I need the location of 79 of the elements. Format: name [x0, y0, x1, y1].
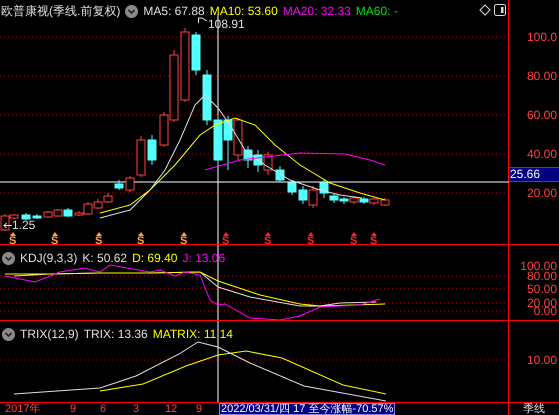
axis-label: 100.0: [526, 31, 557, 43]
indicator-title: KDJ(9,3,3): [20, 250, 78, 267]
candlestick: [288, 180, 296, 196]
time-axis-label: 12: [165, 403, 178, 415]
low-price-label: 1.25: [12, 219, 36, 231]
candlestick: [214, 114, 222, 166]
candlestick: [94, 198, 102, 210]
axis-label: 80.00: [526, 70, 557, 82]
signal-marker: S: [350, 236, 358, 246]
time-axis-label: 3: [133, 403, 140, 415]
indicator-value: TRIX: 13.36: [84, 326, 148, 343]
candlestick: [114, 180, 124, 190]
axis-label: 50.00: [526, 283, 557, 295]
axis-label: 10.00: [526, 354, 557, 366]
indicator-value: MA5: 67.88: [143, 3, 205, 20]
time-axis-label: 9: [196, 403, 202, 415]
up-arrow-icon: [222, 232, 229, 236]
candlestick: [32, 214, 42, 220]
candlestick: [380, 198, 390, 206]
signal-marker: S: [137, 236, 144, 246]
candlestick: [276, 166, 284, 182]
time-axis-label: 9: [70, 403, 76, 415]
candlestick: [350, 196, 358, 204]
collapse-icon[interactable]: [2, 252, 15, 264]
axis-label: 0.00: [534, 305, 557, 317]
collapse-icon[interactable]: [2, 328, 15, 340]
axis-label: 60.00: [526, 109, 557, 121]
signal-marker: S: [9, 236, 16, 246]
candlestick: [254, 150, 262, 172]
up-arrow-icon: [264, 232, 271, 236]
signal-marker: S: [180, 236, 188, 246]
candlestick: [224, 116, 232, 170]
signal-marker: S: [222, 236, 230, 246]
candlestick: [264, 152, 272, 176]
candlestick: [192, 32, 200, 76]
date-info-label: 2022/03/31/四 17 至今涨幅-70.57%: [219, 403, 396, 415]
candlestick: [126, 176, 134, 192]
candlestick: [104, 192, 112, 204]
indicator-value: MA10: 53.60: [210, 3, 278, 20]
diamond-icon[interactable]: [479, 4, 491, 16]
up-arrow-icon: [138, 232, 144, 236]
collapse-icon[interactable]: [125, 4, 138, 18]
signal-marker: S: [95, 236, 102, 246]
panel-toggle-icon[interactable]: [494, 4, 506, 16]
candlestick: [370, 196, 378, 206]
axis-label: 20.00: [526, 187, 557, 199]
indicator-value: D: 69.40: [132, 250, 178, 267]
left-arrow-icon: [3, 222, 12, 228]
signal-marker: S: [264, 236, 272, 246]
indicator-value: MA20: 32.33: [282, 3, 351, 20]
time-axis-label: 2017年: [5, 403, 40, 415]
up-arrow-icon: [180, 232, 187, 236]
candlestick: [308, 186, 318, 208]
indicator-value: MA60: -: [356, 3, 398, 20]
up-arrow-icon: [350, 232, 357, 236]
up-arrow-icon: [370, 232, 377, 236]
up-arrow-icon: [52, 232, 58, 236]
candlestick: [64, 208, 72, 218]
candlestick: [148, 134, 156, 166]
current-price-label: 25.66: [509, 167, 559, 182]
candlestick: [54, 208, 62, 218]
candlestick: [22, 212, 30, 220]
candlestick: [202, 70, 212, 126]
axis-label: 40.00: [526, 148, 557, 160]
candlestick: [298, 186, 308, 204]
up-arrow-icon: [10, 232, 16, 236]
signal-marker: S: [370, 236, 378, 246]
axis-label: 100.00: [520, 260, 557, 272]
axis-label: 80.00: [526, 270, 557, 282]
signal-marker: S: [51, 236, 58, 246]
indicator-title: TRIX(12,9): [20, 326, 79, 343]
up-arrow-icon: [308, 232, 314, 236]
signal-marker: S: [307, 236, 314, 246]
up-arrow-icon: [96, 232, 102, 236]
period-label: 季线: [522, 403, 546, 415]
candlestick: [136, 136, 146, 178]
chart-title: 欧普康视(季线.前复权): [1, 3, 120, 20]
time-axis-label: 6: [100, 403, 106, 415]
indicator-value: K: 50.62: [82, 250, 128, 267]
